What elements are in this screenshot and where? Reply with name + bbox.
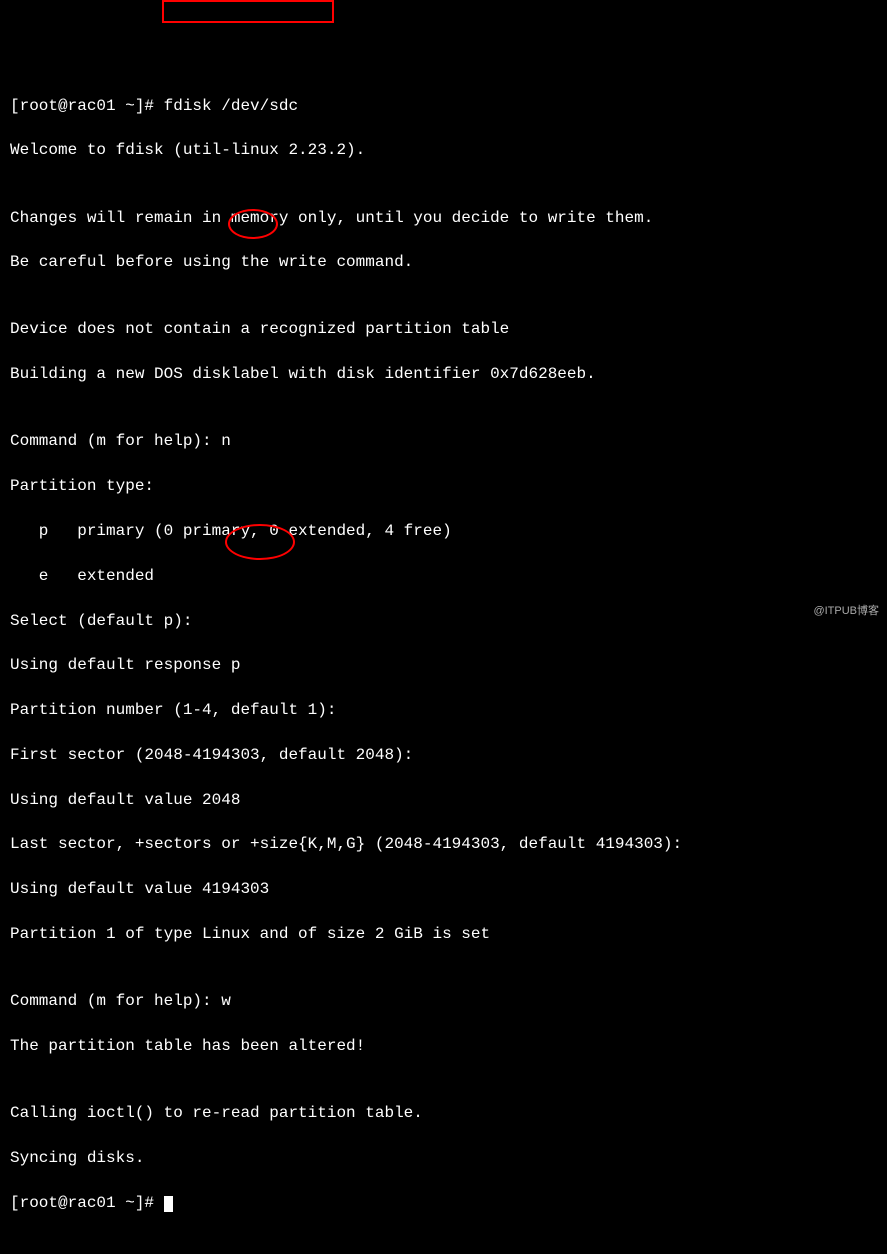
output-no-table: Device does not contain a recognized par… [10,318,877,340]
prompt-prefix: [root@rac01 ~]# [10,97,164,115]
output-welcome: Welcome to fdisk (util-linux 2.23.2). [10,139,877,161]
final-prompt-line[interactable]: [root@rac01 ~]# [10,1192,877,1214]
output-altered: The partition table has been altered! [10,1035,877,1057]
cmd-prompt: Command (m for help): [10,432,221,450]
watermark-text: @ITPUB博客 [813,604,879,619]
output-using-2048: Using default value 2048 [10,789,877,811]
output-first-sector: First sector (2048-4194303, default 2048… [10,744,877,766]
output-select: Select (default p): [10,610,877,632]
output-using-p: Using default response p [10,654,877,676]
output-extended: e extended [10,565,877,587]
output-pnum: Partition number (1-4, default 1): [10,699,877,721]
cmd-prompt-2: Command (m for help): [10,992,221,1010]
user-input-w[interactable]: w [221,992,231,1010]
annotation-box-command [162,0,334,23]
final-prompt: [root@rac01 ~]# [10,1194,164,1212]
command-text: fdisk /dev/sdc [164,97,298,115]
output-ptype: Partition type: [10,475,877,497]
output-careful: Be careful before using the write comman… [10,251,877,273]
output-primary: p primary (0 primary, 0 extended, 4 free… [10,520,877,542]
output-changes: Changes will remain in memory only, unti… [10,207,877,229]
output-using-4194303: Using default value 4194303 [10,878,877,900]
output-ioctl: Calling ioctl() to re-read partition tab… [10,1102,877,1124]
cmd-line-n: Command (m for help): n [10,430,877,452]
prompt-line: [root@rac01 ~]# fdisk /dev/sdc [10,95,877,117]
user-input-n[interactable]: n [221,432,231,450]
cursor-icon [164,1196,173,1212]
cmd-line-w: Command (m for help): w [10,990,877,1012]
output-syncing: Syncing disks. [10,1147,877,1169]
output-partition-set: Partition 1 of type Linux and of size 2 … [10,923,877,945]
output-last-sector: Last sector, +sectors or +size{K,M,G} (2… [10,833,877,855]
output-building: Building a new DOS disklabel with disk i… [10,363,877,385]
